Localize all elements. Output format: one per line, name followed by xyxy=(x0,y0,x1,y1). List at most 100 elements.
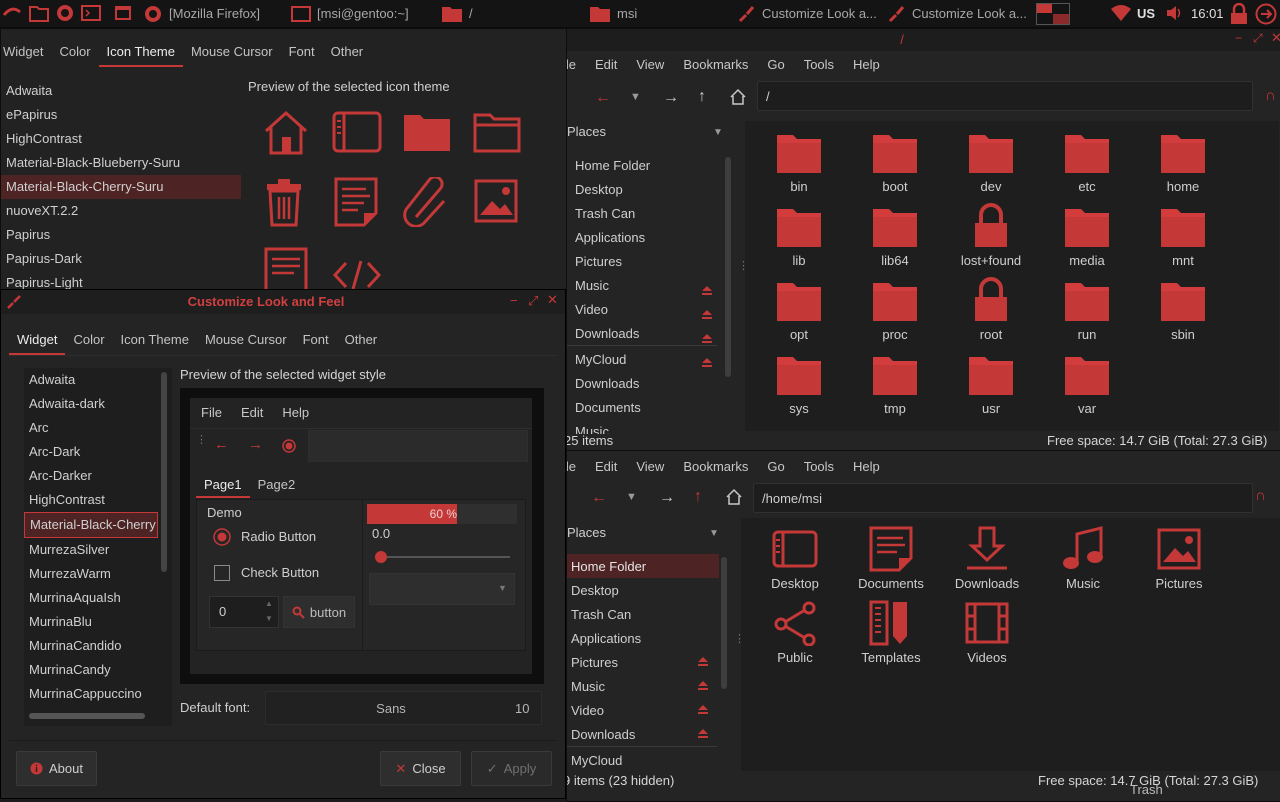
menu-view[interactable]: View xyxy=(636,57,664,72)
home-item[interactable]: Videos xyxy=(939,600,1035,665)
minimize-button[interactable]: − xyxy=(510,293,518,308)
taskbar-folder-msi[interactable]: msi xyxy=(588,0,637,27)
taskbar-customize-2[interactable]: Customize Look a... xyxy=(887,0,1027,27)
list-item[interactable]: MurrezaWarm xyxy=(24,562,172,586)
tab-font[interactable]: Font xyxy=(281,39,323,65)
chevron-down-icon[interactable]: ▼ xyxy=(709,528,719,539)
sidebar-item-mycloud[interactable]: MyCloud xyxy=(571,748,622,771)
list-item-selected[interactable]: Material-Black-Cherry-Suru xyxy=(1,175,241,199)
list-hscrollbar[interactable] xyxy=(29,713,145,719)
maximize-button[interactable]: ⤢ xyxy=(1253,31,1263,46)
volume-icon[interactable] xyxy=(1164,3,1184,23)
menu-file[interactable]: File xyxy=(567,459,576,474)
list-vscrollbar[interactable] xyxy=(161,372,167,572)
menu-file[interactable]: File xyxy=(567,57,576,72)
menu-edit[interactable]: Edit xyxy=(595,459,617,474)
folder-item[interactable]: lost+found xyxy=(943,203,1039,268)
sidebar-item-desktop[interactable]: Desktop xyxy=(571,578,619,602)
show-desktop-icon[interactable] xyxy=(114,3,132,23)
tab-mouse-cursor[interactable]: Mouse Cursor xyxy=(197,327,295,353)
reload-icon[interactable]: ∩ xyxy=(1265,87,1276,104)
preview-menu-edit[interactable]: Edit xyxy=(241,405,263,420)
eject-icon[interactable] xyxy=(701,309,713,319)
tab-widget[interactable]: Widget xyxy=(9,327,66,355)
sidebar-item-downloads-bookmark[interactable]: Downloads xyxy=(575,371,639,395)
preview-back-icon[interactable]: ← xyxy=(214,436,229,453)
menu-help[interactable]: Help xyxy=(853,459,880,474)
path-input[interactable]: /home/msi xyxy=(753,483,1253,513)
font-chooser-button[interactable]: Sans 10 xyxy=(265,691,542,725)
list-item[interactable]: Adwaita xyxy=(1,79,241,103)
spin-up-icon[interactable]: ▲ xyxy=(265,599,273,608)
sidebar-item-music-bookmark[interactable]: Music xyxy=(575,419,609,435)
folder-item[interactable]: sbin xyxy=(1135,277,1231,342)
menu-edit[interactable]: Edit xyxy=(595,57,617,72)
menu-bookmarks[interactable]: Bookmarks xyxy=(683,459,748,474)
tab-other[interactable]: Other xyxy=(323,39,372,65)
preview-slider-track[interactable] xyxy=(375,556,510,558)
sidebar-item-video[interactable]: Video xyxy=(575,297,608,321)
back-arrow-icon[interactable]: ← xyxy=(595,89,611,107)
tab-icon-theme[interactable]: Icon Theme xyxy=(113,327,197,353)
keyboard-layout[interactable]: US xyxy=(1137,0,1155,27)
preview-radio-button[interactable] xyxy=(212,527,232,547)
sidebar-item-trash[interactable]: Trash Can xyxy=(571,602,631,626)
eject-icon[interactable] xyxy=(701,333,713,343)
menu-go[interactable]: Go xyxy=(767,459,784,474)
path-input[interactable]: / xyxy=(757,81,1253,111)
folder-item[interactable]: dev xyxy=(943,129,1039,194)
menu-view[interactable]: View xyxy=(636,459,664,474)
preview-slider-handle[interactable] xyxy=(375,551,387,563)
wifi-icon[interactable] xyxy=(1110,3,1132,23)
tab-icon-theme[interactable]: Icon Theme xyxy=(98,39,183,67)
home-item[interactable]: Downloads xyxy=(939,526,1035,591)
home-item[interactable]: Templates xyxy=(843,600,939,665)
preview-entry[interactable] xyxy=(308,430,528,462)
home-icon[interactable] xyxy=(729,88,747,106)
taskbar-terminal[interactable]: [msi@gentoo:~] xyxy=(290,0,409,27)
sidebar-scrollbar[interactable] xyxy=(721,557,727,689)
preview-button[interactable]: button xyxy=(283,596,355,628)
eject-icon[interactable] xyxy=(697,704,709,714)
list-item[interactable]: MurrinaCandy xyxy=(24,658,172,682)
forward-arrow-icon[interactable]: → xyxy=(663,89,679,107)
folder-item[interactable]: home xyxy=(1135,129,1231,194)
preview-forward-icon[interactable]: → xyxy=(248,436,263,453)
list-item[interactable]: HighContrast xyxy=(24,488,172,512)
chevron-down-icon[interactable]: ▼ xyxy=(630,91,641,103)
sidebar-scrollbar[interactable] xyxy=(725,157,731,377)
home-item[interactable]: Documents xyxy=(843,526,939,591)
spin-down-icon[interactable]: ▼ xyxy=(265,614,273,623)
list-item[interactable]: MurrinaBlu xyxy=(24,610,172,634)
chevron-down-icon[interactable]: ▼ xyxy=(713,127,723,138)
forward-arrow-icon[interactable]: → xyxy=(659,489,675,507)
firefox-launcher-icon[interactable] xyxy=(54,3,76,23)
folder-item[interactable]: sys xyxy=(751,351,847,416)
list-item[interactable]: Arc-Darker xyxy=(24,464,172,488)
folder-item[interactable]: var xyxy=(1039,351,1135,416)
folder-item[interactable]: boot xyxy=(847,129,943,194)
folder-item[interactable]: opt xyxy=(751,277,847,342)
home-item[interactable]: Music xyxy=(1035,526,1131,591)
folder-item[interactable]: media xyxy=(1039,203,1135,268)
list-item[interactable]: Papirus xyxy=(1,223,241,247)
menu-go[interactable]: Go xyxy=(767,57,784,72)
sidebar-item-downloads[interactable]: Downloads xyxy=(571,722,635,746)
sidebar-item-applications[interactable]: Applications xyxy=(571,626,641,650)
taskbar-customize-1[interactable]: Customize Look a... xyxy=(737,0,877,27)
preview-spinbox[interactable]: 0 ▲ ▼ xyxy=(209,596,279,628)
folder-item[interactable]: mnt xyxy=(1135,203,1231,268)
list-item[interactable]: Arc xyxy=(24,416,172,440)
list-item[interactable]: Adwaita xyxy=(24,368,172,392)
sidebar-item-downloads[interactable]: Downloads xyxy=(575,321,639,345)
list-item[interactable]: MurrinaCandido xyxy=(24,634,172,658)
eject-icon[interactable] xyxy=(697,656,709,666)
minimize-button[interactable]: − xyxy=(1235,31,1242,45)
sidebar-item-documents[interactable]: Documents xyxy=(575,395,641,419)
folder-item[interactable]: lib64 xyxy=(847,203,943,268)
list-item[interactable]: nuoveXT.2.2 xyxy=(1,199,241,223)
folder-item[interactable]: usr xyxy=(943,351,1039,416)
tab-color[interactable]: Color xyxy=(65,327,112,353)
about-button[interactable]: About xyxy=(16,751,97,786)
close-button[interactable]: ✕ xyxy=(1271,30,1280,46)
